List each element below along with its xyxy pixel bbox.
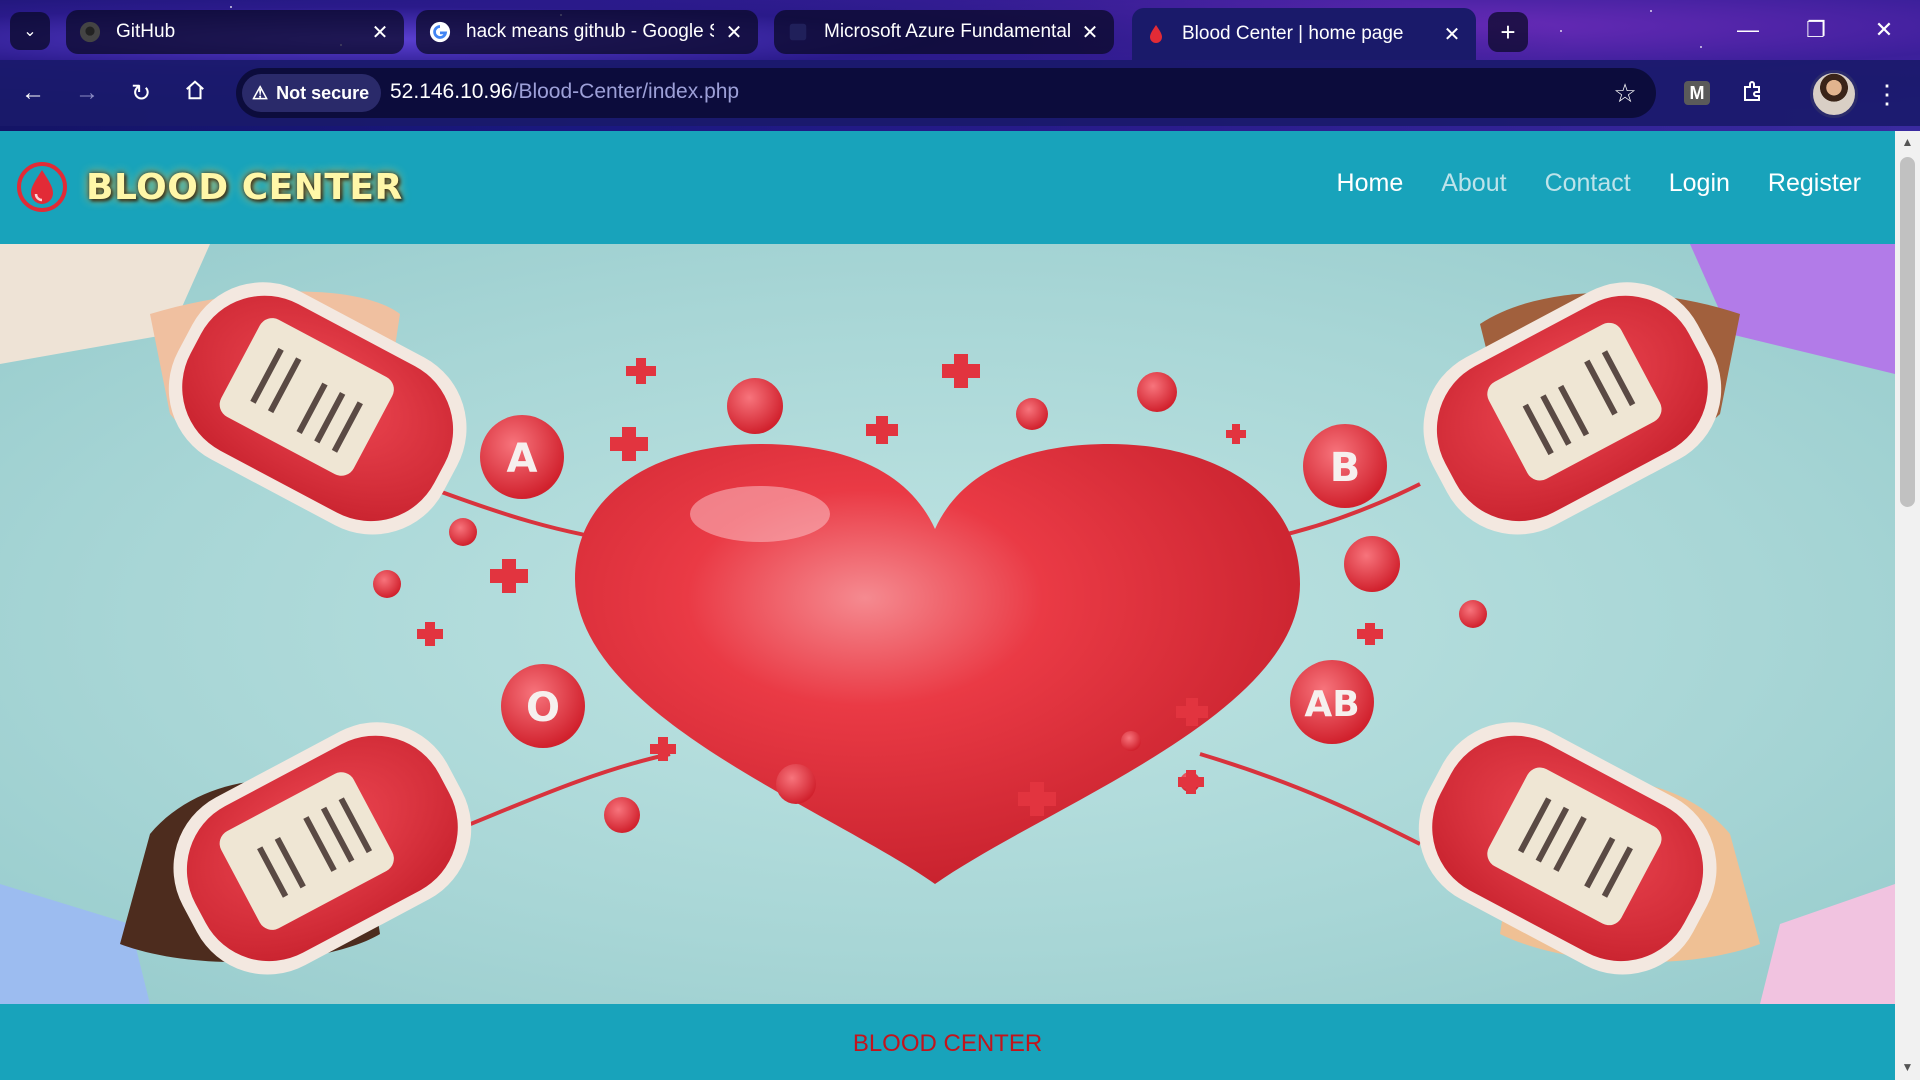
tab-strip: ⌄ GitHub ✕ hack means github - Google S … [0, 0, 1920, 60]
star-icon: ☆ [1613, 77, 1637, 108]
tab-google-search[interactable]: hack means github - Google S ✕ [416, 10, 758, 54]
site-navbar: BLOOD CENTER Home About Contact Login Re… [0, 131, 1895, 244]
puzzle-icon [1741, 79, 1765, 108]
tab-azure-fundamentals[interactable]: Microsoft Azure Fundamentals ✕ [774, 10, 1114, 54]
blood-type-ab-badge: AB [1290, 660, 1374, 744]
extension-m-button[interactable]: M [1680, 76, 1714, 110]
page-scrollbar[interactable]: ▲ ▼ [1895, 131, 1920, 1080]
tab-title: Blood Center | home page [1182, 23, 1404, 44]
close-tab-icon[interactable]: ✕ [1440, 22, 1464, 46]
scroll-down-arrow-icon[interactable]: ▼ [1895, 1060, 1920, 1076]
blood-drop-logo-icon [17, 162, 67, 212]
browser-menu-button[interactable]: ⋮ [1870, 74, 1904, 114]
tab-title: GitHub [116, 21, 176, 42]
close-tab-icon[interactable]: ✕ [368, 20, 392, 44]
heart-illustration [575, 444, 1300, 884]
nav-login[interactable]: Login [1669, 169, 1730, 198]
minimize-icon: — [1737, 17, 1759, 42]
browser-chrome: ⌄ GitHub ✕ hack means github - Google S … [0, 0, 1920, 131]
tab-blood-center[interactable]: Blood Center | home page ✕ [1132, 8, 1476, 60]
close-window-button[interactable]: ✕ [1854, 8, 1914, 52]
minimize-button[interactable]: — [1718, 8, 1778, 52]
nav-about[interactable]: About [1441, 169, 1506, 198]
url-host: 52.146.10.96 [390, 80, 513, 103]
back-button[interactable]: ← [10, 70, 56, 116]
tab-title: hack means github - Google S [466, 21, 714, 42]
tab-search-button[interactable]: ⌄ [10, 12, 50, 50]
page-viewport: BLOOD CENTER Home About Contact Login Re… [0, 131, 1895, 1080]
scrollbar-thumb[interactable] [1900, 157, 1915, 507]
bookmark-button[interactable]: ☆ [1608, 76, 1642, 110]
brand-name: BLOOD CENTER [86, 166, 403, 208]
blood-type-o-badge: O [501, 664, 585, 748]
blood-type-b-badge: B [1303, 424, 1387, 508]
tab-title: Microsoft Azure Fundamentals [824, 21, 1070, 42]
github-icon [78, 20, 102, 44]
url-path: /Blood-Center/index.php [512, 80, 740, 103]
plus-icon: + [1500, 16, 1516, 47]
arrow-left-icon: ← [21, 79, 45, 106]
restore-icon: ❐ [1806, 17, 1826, 42]
reload-button[interactable]: ↻ [118, 70, 164, 116]
nav-register[interactable]: Register [1768, 169, 1861, 198]
home-button[interactable] [172, 70, 218, 116]
footer-brand-text: BLOOD CENTER [852, 1030, 1043, 1057]
blood-drop-icon [1144, 22, 1168, 46]
tab-github[interactable]: GitHub ✕ [66, 10, 404, 54]
scroll-up-arrow-icon[interactable]: ▲ [1895, 135, 1920, 151]
site-footer: BLOOD CENTER [0, 1004, 1895, 1080]
nav-home[interactable]: Home [1337, 169, 1404, 198]
blood-type-ab-label: AB [1304, 684, 1359, 725]
blood-type-a-label: A [507, 436, 538, 482]
blood-type-o-label: O [526, 685, 560, 731]
hero-banner: A B O AB [0, 244, 1895, 1004]
browser-toolbar: ← → ↻ ⚠ Not secure 52.146.10.96/Blood-Ce… [0, 60, 1920, 126]
reload-icon: ↻ [130, 79, 152, 107]
address-bar[interactable]: ⚠ Not secure 52.146.10.96/Blood-Center/i… [236, 68, 1656, 118]
extension-m-icon: M [1684, 81, 1710, 105]
hero-illustration: A B O AB [0, 244, 1895, 1004]
site-brand[interactable]: BLOOD CENTER [16, 161, 403, 213]
kebab-menu-icon: ⋮ [1874, 78, 1900, 109]
blood-type-b-label: B [1330, 445, 1361, 491]
azure-icon [786, 20, 810, 44]
site-nav-links: Home About Contact Login Register [1299, 169, 1861, 198]
home-icon [184, 79, 206, 108]
close-tab-icon[interactable]: ✕ [1078, 20, 1102, 44]
nav-contact[interactable]: Contact [1545, 169, 1631, 198]
blood-type-a-badge: A [480, 415, 564, 499]
security-label: Not secure [276, 82, 370, 103]
chevron-down-icon: ⌄ [23, 23, 37, 40]
arrow-right-icon: → [75, 79, 99, 106]
close-icon: ✕ [1874, 17, 1894, 42]
profile-avatar[interactable] [1810, 70, 1858, 118]
warning-icon: ⚠ [252, 82, 269, 103]
forward-button[interactable]: → [64, 70, 110, 116]
google-icon [428, 20, 452, 44]
close-tab-icon[interactable]: ✕ [722, 20, 746, 44]
site-info-button[interactable]: ⚠ Not secure [242, 74, 382, 112]
new-tab-button[interactable]: + [1488, 12, 1528, 52]
url-text[interactable]: 52.146.10.96/Blood-Center/index.php [390, 80, 739, 104]
extensions-button[interactable] [1736, 76, 1770, 110]
restore-button[interactable]: ❐ [1786, 8, 1846, 52]
